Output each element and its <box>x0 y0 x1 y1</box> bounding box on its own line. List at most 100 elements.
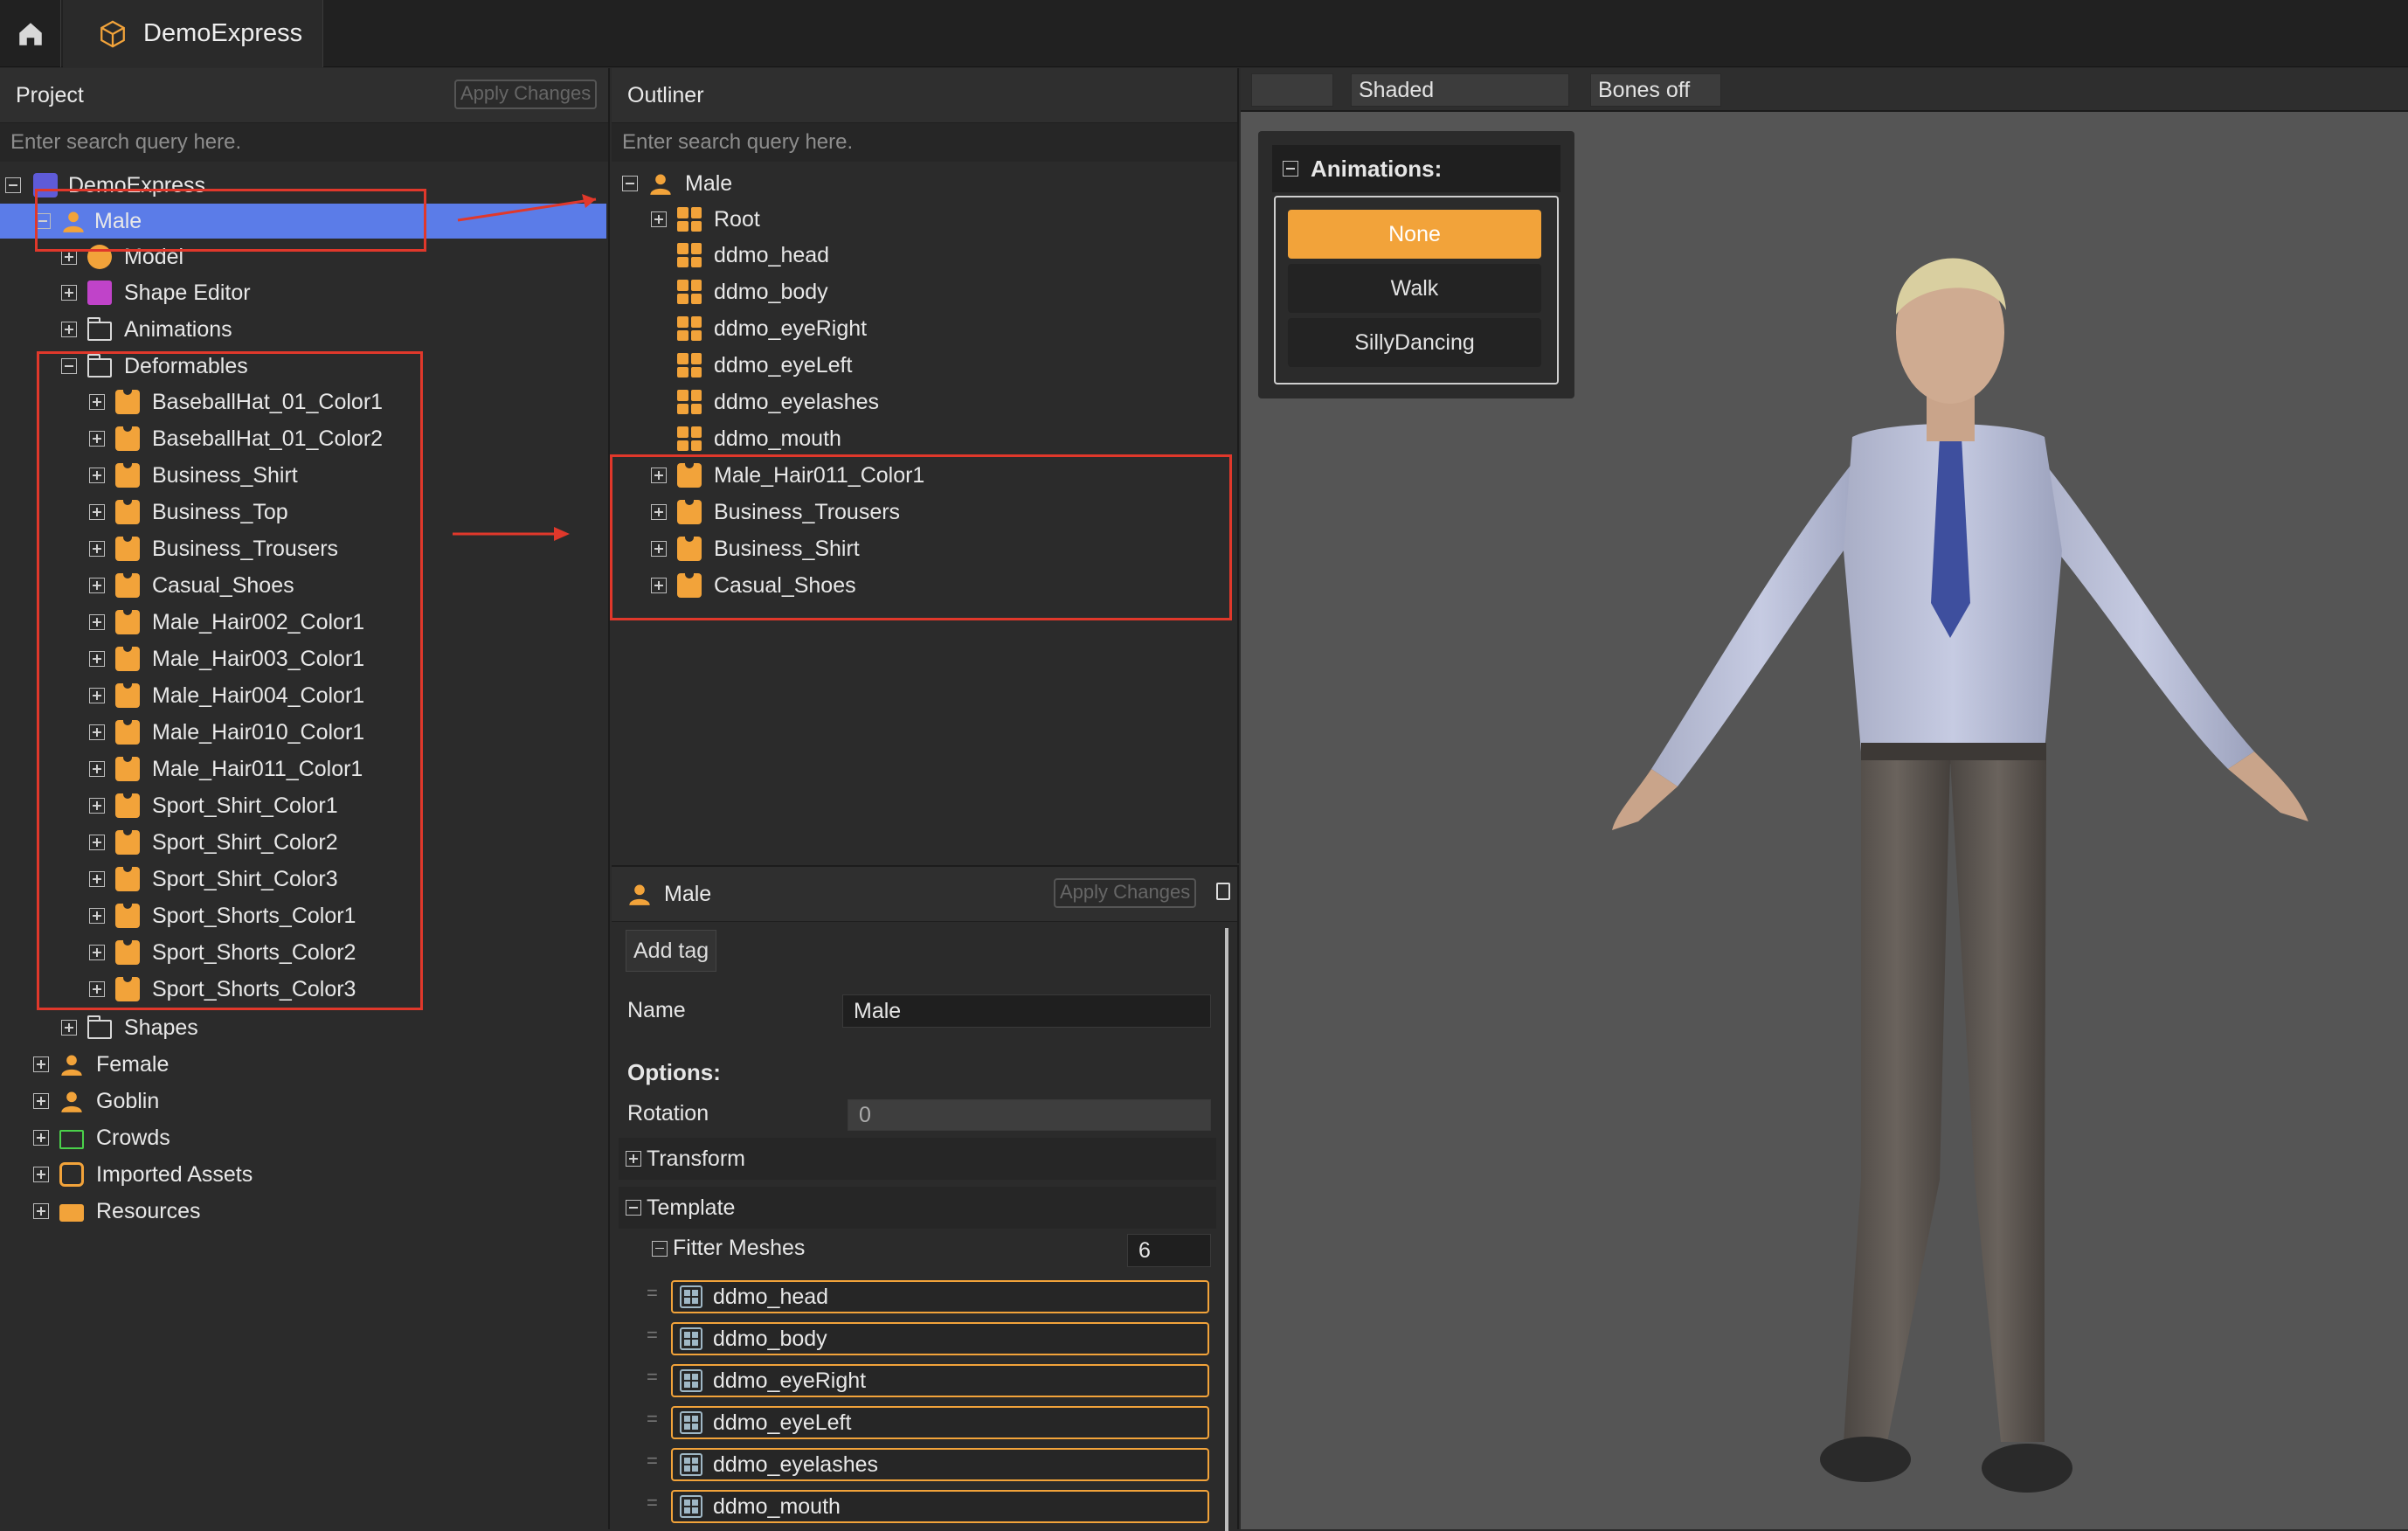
expand-icon[interactable] <box>33 1203 49 1219</box>
expand-icon[interactable] <box>651 211 667 227</box>
mesh-icon <box>680 1285 702 1308</box>
fitter-mesh-label: ddmo_eyeLeft <box>713 1410 852 1435</box>
outliner-item-mesh[interactable]: ddmo_eyeRight <box>667 311 867 346</box>
inspector-apply-button[interactable]: Apply Changes <box>1054 878 1197 908</box>
mesh-icon <box>677 243 702 267</box>
collapse-icon[interactable] <box>626 1200 641 1216</box>
outliner-item-male[interactable]: Male <box>622 166 732 201</box>
person-icon <box>627 882 652 906</box>
annotation-box-outliner <box>610 454 1232 620</box>
fitter-mesh-slot[interactable]: ddmo_eyeLeft <box>671 1406 1209 1439</box>
tree-label: Shape Editor <box>124 280 251 305</box>
drag-handle-icon[interactable]: = <box>647 1366 662 1389</box>
template-label: Template <box>647 1195 736 1220</box>
tree-item-crowds[interactable]: Crowds <box>33 1120 170 1155</box>
fitter-mesh-slot[interactable]: ddmo_body <box>671 1322 1209 1355</box>
collapse-icon[interactable] <box>5 177 21 193</box>
tree-item-resources[interactable]: Resources <box>33 1194 201 1229</box>
tree-item-animations[interactable]: Animations <box>61 312 232 347</box>
add-tag-button[interactable]: Add tag <box>626 930 717 972</box>
outliner-item-mesh[interactable]: ddmo_head <box>667 238 829 273</box>
bones-toggle[interactable]: Bones off <box>1590 73 1721 107</box>
collapse-icon[interactable] <box>1283 161 1298 177</box>
tree-item-goblin[interactable]: Goblin <box>33 1084 159 1119</box>
top-bar <box>0 0 2408 67</box>
fitter-mesh-slot[interactable]: ddmo_head <box>671 1280 1209 1313</box>
imported-assets-icon <box>59 1162 84 1187</box>
tree-item-female[interactable]: Female <box>33 1047 169 1082</box>
crowds-icon <box>59 1129 84 1149</box>
drag-handle-icon[interactable]: = <box>647 1408 662 1431</box>
fitter-meshes-row[interactable]: Fitter Meshes <box>652 1236 805 1261</box>
tab-demoexpress[interactable]: DemoExpress <box>63 0 323 67</box>
drag-handle-icon[interactable]: = <box>647 1282 662 1305</box>
name-field[interactable]: Male <box>842 994 1211 1028</box>
home-icon <box>18 22 42 45</box>
expand-icon[interactable] <box>33 1130 49 1146</box>
fitter-mesh-slot[interactable]: ddmo_mouth <box>671 1490 1209 1523</box>
animation-walk-button[interactable]: Walk <box>1288 264 1541 313</box>
expand-icon[interactable] <box>61 1020 77 1036</box>
character-model[interactable] <box>1590 218 2324 1503</box>
outliner-search-input[interactable]: Enter search query here. <box>612 123 1237 162</box>
expand-icon[interactable] <box>33 1093 49 1109</box>
transform-section[interactable]: Transform <box>619 1138 1216 1180</box>
tree-item-imported-assets[interactable]: Imported Assets <box>33 1157 253 1192</box>
outliner-item-root[interactable]: Root <box>651 202 760 237</box>
fitter-mesh-slot[interactable]: ddmo_eyeRight <box>671 1364 1209 1397</box>
annotation-box-male <box>35 189 426 252</box>
drag-handle-icon[interactable]: = <box>647 1450 662 1472</box>
animations-header[interactable]: Animations: <box>1272 145 1560 192</box>
tree-label: Female <box>96 1051 170 1077</box>
fitter-mesh-label: ddmo_mouth <box>713 1493 841 1519</box>
annotation-arrow-top <box>457 194 597 222</box>
project-search-input[interactable]: Enter search query here. <box>0 123 608 162</box>
expand-icon[interactable] <box>61 285 77 301</box>
shape-editor-icon <box>87 281 112 305</box>
drag-handle-icon[interactable]: = <box>647 1324 662 1347</box>
tree-label: Shapes <box>124 1015 198 1040</box>
collapse-icon[interactable] <box>622 176 638 191</box>
mesh-icon <box>680 1411 702 1434</box>
outliner-item-mesh[interactable]: ddmo_mouth <box>667 421 841 456</box>
home-button[interactable] <box>0 0 61 67</box>
project-title: Project <box>16 82 84 107</box>
tree-label: ddmo_body <box>714 279 828 304</box>
tree-label: ddmo_eyeRight <box>714 315 868 341</box>
rotation-label: Rotation <box>627 1101 709 1126</box>
joint-icon <box>677 207 702 232</box>
animation-none-button[interactable]: None <box>1288 210 1541 259</box>
person-icon <box>59 1052 84 1077</box>
tree-item-shapes[interactable]: Shapes <box>61 1010 198 1045</box>
shading-dropdown[interactable]: Shaded <box>1351 73 1569 107</box>
collapse-icon[interactable] <box>652 1240 668 1257</box>
outliner-item-mesh[interactable]: ddmo_eyelashes <box>667 384 879 419</box>
rotation-field[interactable]: 0 <box>848 1099 1211 1131</box>
mesh-icon <box>677 426 702 451</box>
fitter-count-field[interactable]: 6 <box>1127 1234 1211 1267</box>
project-apply-button[interactable]: Apply Changes <box>454 80 598 109</box>
tree-label: Animations <box>124 316 232 342</box>
fitter-meshes-label: Fitter Meshes <box>673 1236 806 1260</box>
tree-label: Root <box>714 206 760 232</box>
animations-title: Animations: <box>1311 155 1443 182</box>
tree-label: Crowds <box>96 1125 170 1150</box>
tree-label: ddmo_head <box>714 242 830 267</box>
drag-handle-icon[interactable]: = <box>647 1492 662 1514</box>
animation-sillydancing-button[interactable]: SillyDancing <box>1288 318 1541 367</box>
inspector-scrollbar[interactable] <box>1225 928 1228 1531</box>
expand-icon[interactable] <box>626 1151 641 1167</box>
outliner-item-mesh[interactable]: ddmo_eyeLeft <box>667 348 852 383</box>
template-section[interactable]: Template <box>619 1187 1216 1229</box>
lock-icon[interactable] <box>1216 883 1230 900</box>
fitter-mesh-slot[interactable]: ddmo_eyelashes <box>671 1448 1209 1481</box>
tree-label: Imported Assets <box>96 1161 253 1187</box>
tree-item-shape-editor[interactable]: Shape Editor <box>61 275 251 310</box>
camera-dropdown[interactable] <box>1251 73 1333 107</box>
outliner-header: Outliner <box>612 68 1237 123</box>
expand-icon[interactable] <box>33 1167 49 1182</box>
expand-icon[interactable] <box>61 322 77 337</box>
expand-icon[interactable] <box>33 1056 49 1072</box>
outliner-item-mesh[interactable]: ddmo_body <box>667 274 828 309</box>
fitter-mesh-label: ddmo_head <box>713 1284 829 1309</box>
